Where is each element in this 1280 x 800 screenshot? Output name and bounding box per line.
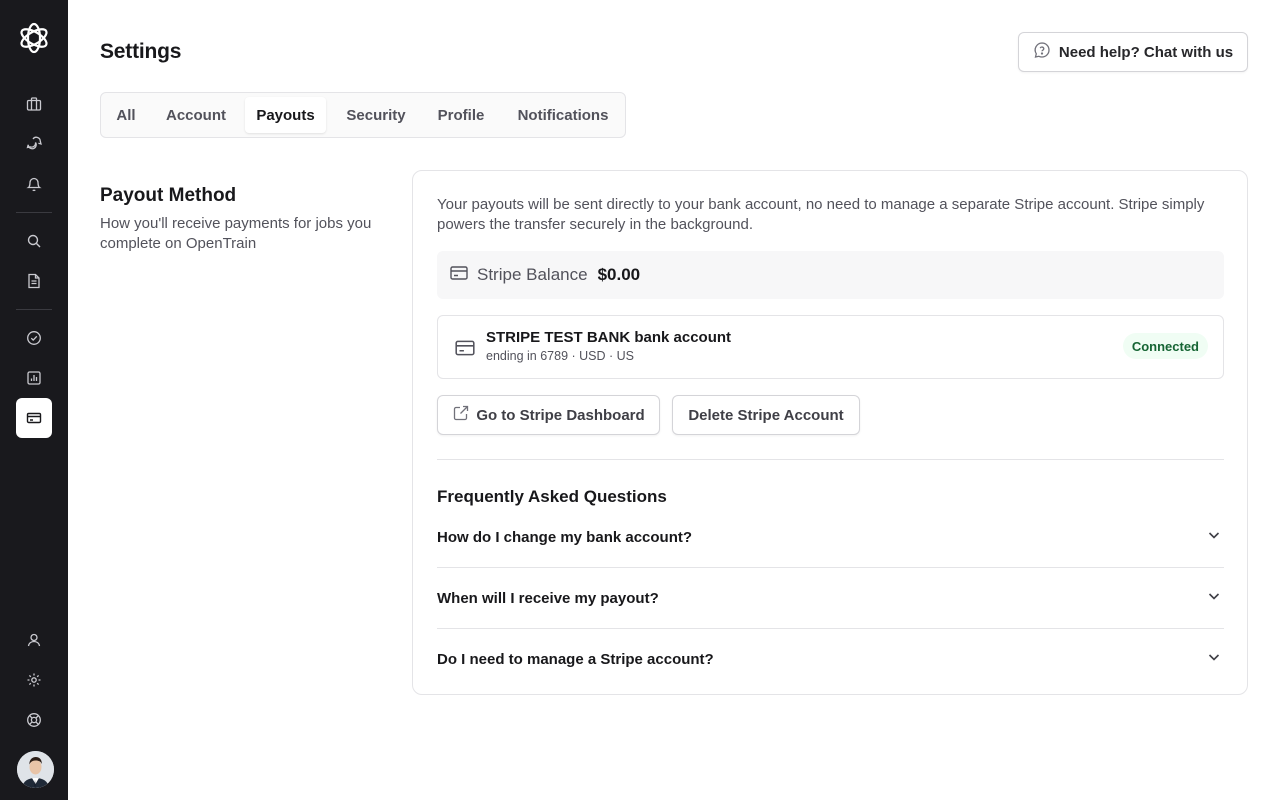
tab-profile[interactable]: Profile xyxy=(425,97,497,133)
settings-tabs: All Account Payouts Security Profile Not… xyxy=(100,92,626,138)
stripe-dashboard-button[interactable]: Go to Stripe Dashboard xyxy=(437,395,660,435)
chat-help-button[interactable]: Need help? Chat with us xyxy=(1018,32,1248,72)
credit-card-icon xyxy=(454,337,476,359)
section-description: How you'll receive payments for jobs you… xyxy=(100,215,372,252)
search-icon[interactable] xyxy=(16,223,52,259)
help-chat-icon xyxy=(1033,41,1051,63)
bank-account-name: STRIPE TEST BANK bank account xyxy=(486,329,732,346)
chevron-down-icon xyxy=(1206,649,1224,670)
document-icon[interactable] xyxy=(16,263,52,299)
payment-card-icon[interactable] xyxy=(16,398,52,438)
user-icon[interactable] xyxy=(16,622,52,658)
delete-stripe-account-button[interactable]: Delete Stripe Account xyxy=(672,395,860,435)
section-title: Payout Method xyxy=(100,185,237,206)
chevron-down-icon xyxy=(1206,527,1224,548)
tab-all[interactable]: All xyxy=(105,97,147,133)
external-link-icon xyxy=(452,404,470,426)
tab-security[interactable]: Security xyxy=(335,97,417,133)
status-badge: Connected xyxy=(1122,333,1208,359)
user-avatar[interactable] xyxy=(17,751,54,788)
tab-account[interactable]: Account xyxy=(155,97,237,133)
sidebar xyxy=(0,0,68,800)
faq-question: Do I need to manage a Stripe account? xyxy=(437,651,714,668)
bank-account-row: STRIPE TEST BANK bank account ending in … xyxy=(437,315,1224,379)
tab-notifications[interactable]: Notifications xyxy=(505,97,621,133)
faq-title: Frequently Asked Questions xyxy=(437,487,667,506)
messages-icon[interactable] xyxy=(16,126,52,162)
help-button-label: Need help? Chat with us xyxy=(1058,43,1234,61)
payout-card: Your payouts will be sent directly to yo… xyxy=(412,170,1248,695)
briefcase-icon[interactable] xyxy=(16,86,52,122)
sidebar-divider xyxy=(16,212,52,213)
sidebar-divider xyxy=(16,309,52,310)
credit-card-icon xyxy=(449,263,477,288)
check-circle-icon[interactable] xyxy=(16,320,52,356)
payout-intro-text: Your payouts will be sent directly to yo… xyxy=(437,196,1205,233)
lifebuoy-icon[interactable] xyxy=(16,702,52,738)
stripe-dashboard-label: Go to Stripe Dashboard xyxy=(476,406,645,424)
flower-logo-icon[interactable] xyxy=(16,20,52,56)
faq-item[interactable]: When will I receive my payout? xyxy=(437,568,1224,629)
faq-item[interactable]: How do I change my bank account? xyxy=(437,507,1224,568)
section-divider xyxy=(437,459,1224,460)
balance-label: Stripe Balance xyxy=(477,265,588,284)
bell-icon[interactable] xyxy=(16,166,52,202)
faq-question: How do I change my bank account? xyxy=(437,528,693,546)
stripe-balance: Stripe Balance $0.00 xyxy=(437,251,1224,299)
faq-item[interactable]: Do I need to manage a Stripe account? xyxy=(437,629,1224,690)
bank-account-detail: ending in 6789 · USD · US xyxy=(486,349,634,363)
page-title: Settings xyxy=(100,40,182,63)
tab-payouts[interactable]: Payouts xyxy=(245,97,326,133)
chevron-down-icon xyxy=(1206,588,1224,609)
faq-question: When will I receive my payout? xyxy=(437,589,659,607)
chart-icon[interactable] xyxy=(16,360,52,396)
gear-icon[interactable] xyxy=(16,662,52,698)
balance-value: $0.00 xyxy=(597,265,641,284)
